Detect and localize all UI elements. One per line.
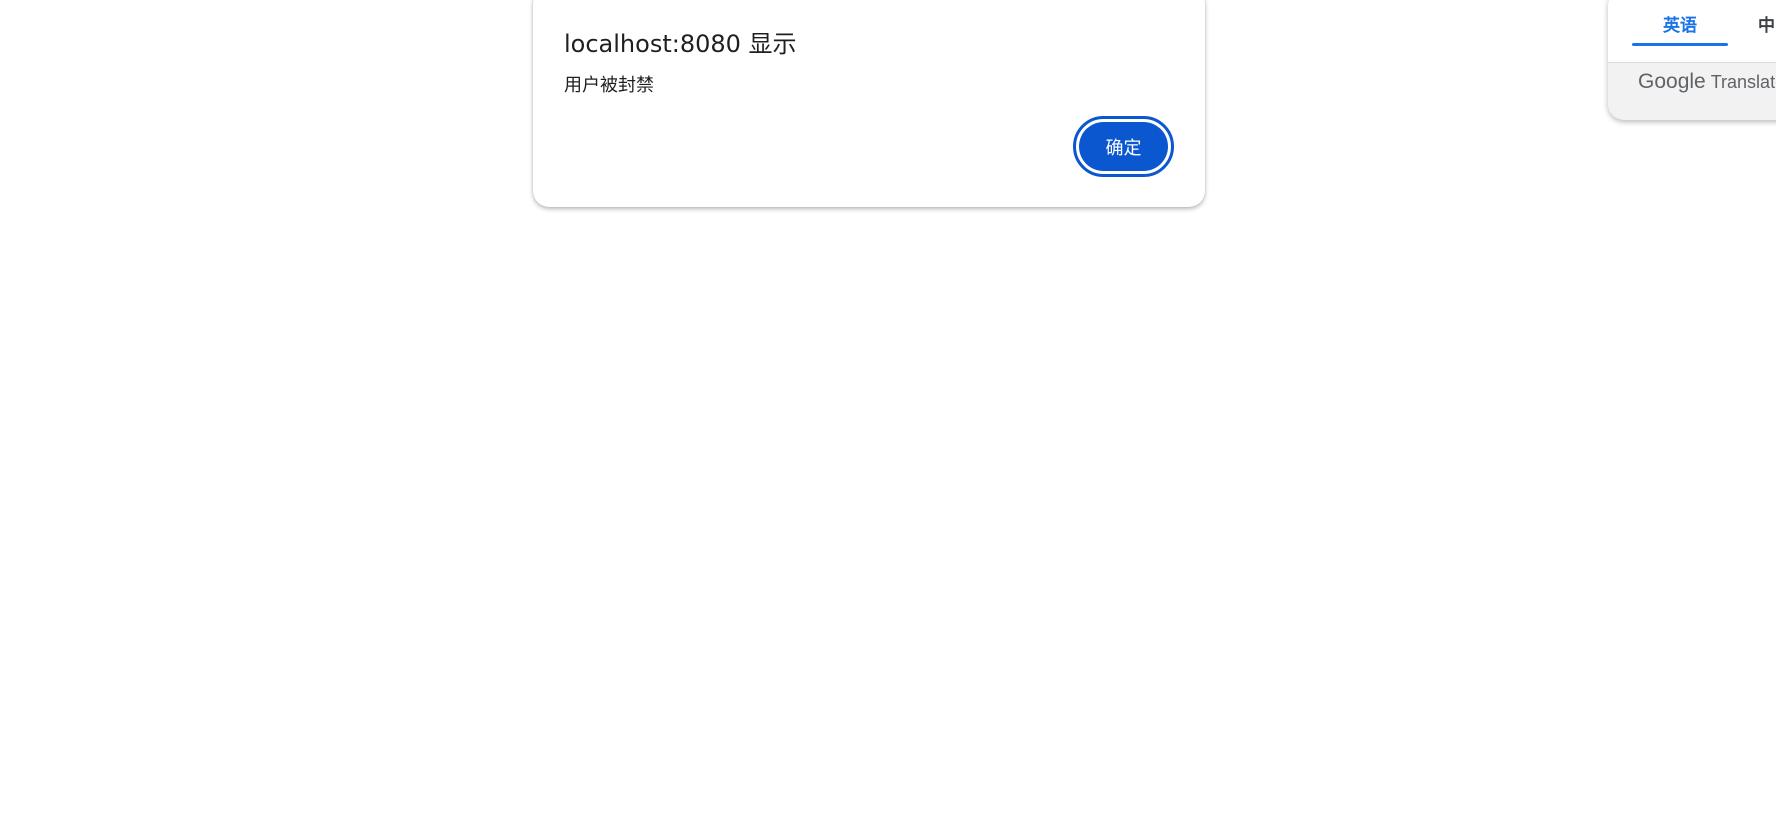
alert-dialog: localhost:8080 显示 用户被封禁 确定 xyxy=(533,0,1205,207)
dialog-message: 用户被封禁 xyxy=(564,75,654,96)
dialog-title: localhost:8080 显示 xyxy=(564,30,797,58)
ok-button-focus-ring: 确定 xyxy=(1073,116,1174,177)
translate-language-tabs: 英语 中 xyxy=(1608,0,1776,63)
translate-wordmark: Translate xyxy=(1710,72,1776,92)
tab-chinese[interactable]: 中 xyxy=(1758,0,1775,46)
ok-button[interactable]: 确定 xyxy=(1079,122,1168,171)
google-translate-popup: 英语 中 Google Translate xyxy=(1608,0,1776,120)
google-translate-logo: Google Translate xyxy=(1638,70,1776,94)
tab-english[interactable]: 英语 xyxy=(1632,0,1728,46)
active-tab-indicator xyxy=(1632,43,1728,46)
page-background: localhost:8080 显示 用户被封禁 确定 英语 中 Google T… xyxy=(0,0,1776,828)
google-wordmark: Google xyxy=(1638,70,1706,93)
